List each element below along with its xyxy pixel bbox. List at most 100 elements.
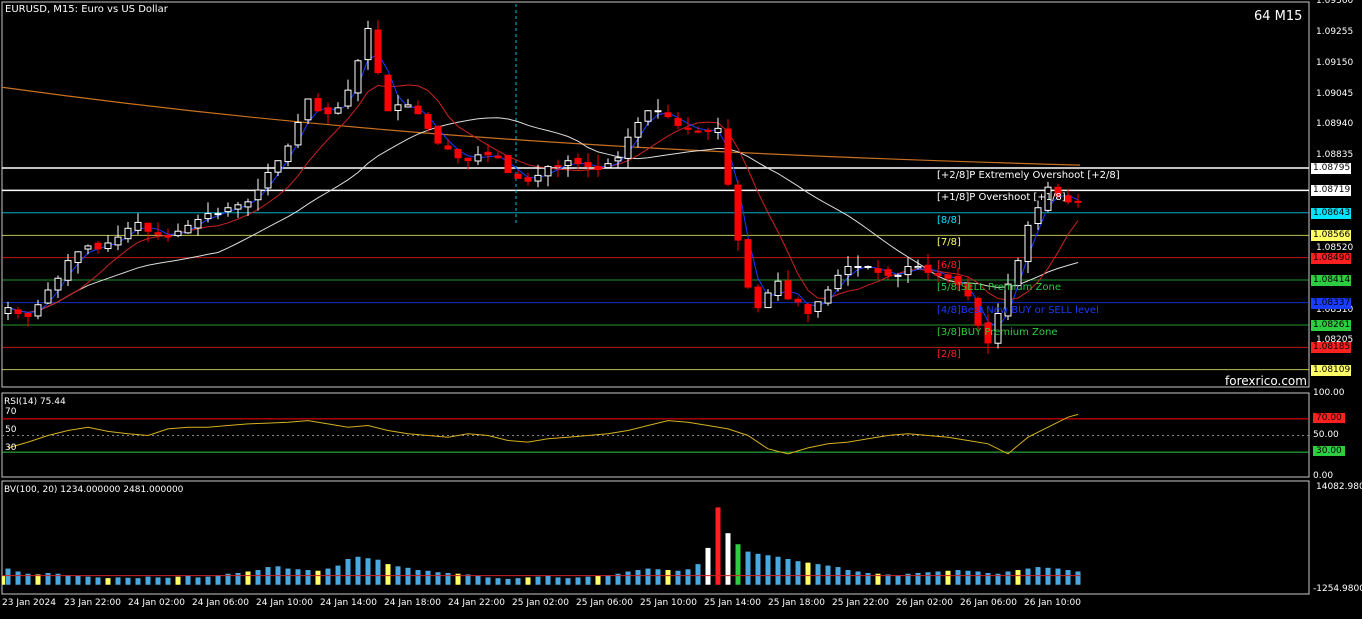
candle-body bbox=[854, 266, 862, 269]
volume-bar bbox=[435, 572, 441, 585]
volume-bar bbox=[85, 576, 91, 585]
rsi-line bbox=[7, 413, 1079, 455]
candle-body bbox=[804, 304, 812, 315]
price-level-box: 1.08185 bbox=[1311, 342, 1351, 354]
candle-body bbox=[204, 213, 212, 220]
volume-bar bbox=[665, 570, 671, 585]
volume-bar bbox=[535, 576, 541, 585]
time-tick: 24 Jan 02:00 bbox=[128, 598, 185, 608]
murrey-label: [+2/8]P Extremely Overshoot [+2/8] bbox=[937, 170, 1120, 182]
chart-canvas[interactable] bbox=[0, 0, 1362, 615]
volume-bar bbox=[565, 578, 571, 585]
candle-body bbox=[494, 155, 502, 159]
volume-bar bbox=[295, 569, 301, 585]
candle-body bbox=[664, 112, 672, 118]
price-level-box: 1.08337 bbox=[1311, 297, 1351, 309]
candle-body bbox=[104, 242, 112, 250]
volume-bar bbox=[845, 570, 851, 585]
time-tick: 25 Jan 02:00 bbox=[512, 598, 569, 608]
murrey-label: [6/8] bbox=[937, 259, 961, 271]
candle-body bbox=[354, 60, 362, 94]
candle-body bbox=[714, 127, 722, 133]
volume-bar bbox=[385, 564, 391, 585]
candle-body bbox=[474, 154, 482, 162]
candle-body bbox=[1034, 207, 1042, 225]
rsi-tick: 100.00 bbox=[1313, 388, 1345, 398]
volume-bar bbox=[975, 571, 981, 585]
volume-bar bbox=[935, 571, 941, 585]
time-tick: 24 Jan 18:00 bbox=[384, 598, 441, 608]
price-level-box: 1.08795 bbox=[1311, 163, 1351, 175]
volume-bar bbox=[165, 577, 171, 585]
candle-body bbox=[364, 27, 372, 61]
time-tick: 26 Jan 10:00 bbox=[1024, 598, 1081, 608]
price-pane[interactable] bbox=[2, 4, 1309, 371]
volume-bar bbox=[745, 551, 751, 585]
volume-bar bbox=[715, 507, 721, 585]
candle-body bbox=[904, 266, 912, 276]
volume-bar bbox=[475, 575, 481, 585]
candle-body bbox=[174, 230, 182, 237]
volume-title: BV(100, 20) 1234.000000 2481.000000 bbox=[4, 485, 184, 495]
candle-body bbox=[24, 312, 32, 317]
volume-bar bbox=[5, 568, 11, 585]
candle-body bbox=[434, 126, 442, 144]
candle-body bbox=[54, 277, 62, 291]
candle-body bbox=[504, 155, 512, 173]
candle-body bbox=[734, 184, 742, 241]
rsi-tick: 30.00 bbox=[1313, 446, 1345, 457]
time-tick: 25 Jan 22:00 bbox=[832, 598, 889, 608]
candle-body bbox=[334, 107, 342, 114]
candle-body bbox=[14, 309, 22, 315]
price-level-box: 1.08261 bbox=[1311, 319, 1351, 331]
volume-pane[interactable] bbox=[0, 507, 1081, 585]
volume-bar bbox=[645, 568, 651, 585]
candle-body bbox=[574, 157, 582, 165]
candle-body bbox=[234, 204, 242, 210]
murrey-label: [2/8] bbox=[937, 349, 961, 361]
candle-body bbox=[764, 292, 772, 309]
volume-bar bbox=[1045, 567, 1051, 585]
price-tick: 1.08940 bbox=[1316, 119, 1354, 130]
candle-body bbox=[644, 110, 652, 122]
candle-body bbox=[294, 121, 302, 146]
candle-body bbox=[464, 157, 472, 162]
candle-body bbox=[534, 174, 542, 182]
volume-bar bbox=[785, 558, 791, 585]
candle-body bbox=[184, 224, 192, 234]
time-tick: 24 Jan 06:00 bbox=[192, 598, 249, 608]
price-tick: 1.08520 bbox=[1316, 242, 1354, 253]
candle-body bbox=[444, 145, 452, 150]
rsi-pane[interactable] bbox=[2, 413, 1309, 455]
ma-red bbox=[7, 84, 1079, 314]
candle-body bbox=[74, 251, 82, 264]
volume-bar bbox=[735, 544, 741, 585]
volume-bar bbox=[605, 575, 611, 585]
candle-body bbox=[484, 151, 492, 156]
volume-bar bbox=[895, 575, 901, 585]
chart-title: EURUSD, M15: Euro vs US Dollar bbox=[5, 4, 168, 15]
price-tick: 1.09045 bbox=[1316, 88, 1354, 99]
price-level-box: 1.08719 bbox=[1311, 185, 1351, 197]
candle-body bbox=[164, 235, 172, 238]
candle-body bbox=[244, 201, 252, 208]
time-tick: 25 Jan 18:00 bbox=[768, 598, 825, 608]
timeframe-badge: 64 M15 bbox=[1254, 9, 1303, 24]
murrey-label: [3/8]BUY Premium Zone bbox=[937, 326, 1058, 338]
volume-bar bbox=[145, 576, 151, 585]
candle-body bbox=[864, 266, 872, 269]
candle-body bbox=[564, 160, 572, 167]
volume-bar bbox=[255, 570, 261, 585]
time-tick: 26 Jan 06:00 bbox=[960, 598, 1017, 608]
volume-bar bbox=[925, 572, 931, 585]
volume-bar bbox=[195, 577, 201, 585]
candle-body bbox=[194, 218, 202, 229]
volume-bar bbox=[65, 575, 71, 585]
time-tick: 23 Jan 2024 bbox=[2, 598, 56, 608]
candle-body bbox=[624, 136, 632, 159]
volume-bar bbox=[45, 572, 51, 585]
volume-bar bbox=[515, 578, 521, 585]
volume-bar bbox=[125, 577, 131, 585]
time-tick: 25 Jan 14:00 bbox=[704, 598, 761, 608]
candle-body bbox=[844, 266, 852, 276]
